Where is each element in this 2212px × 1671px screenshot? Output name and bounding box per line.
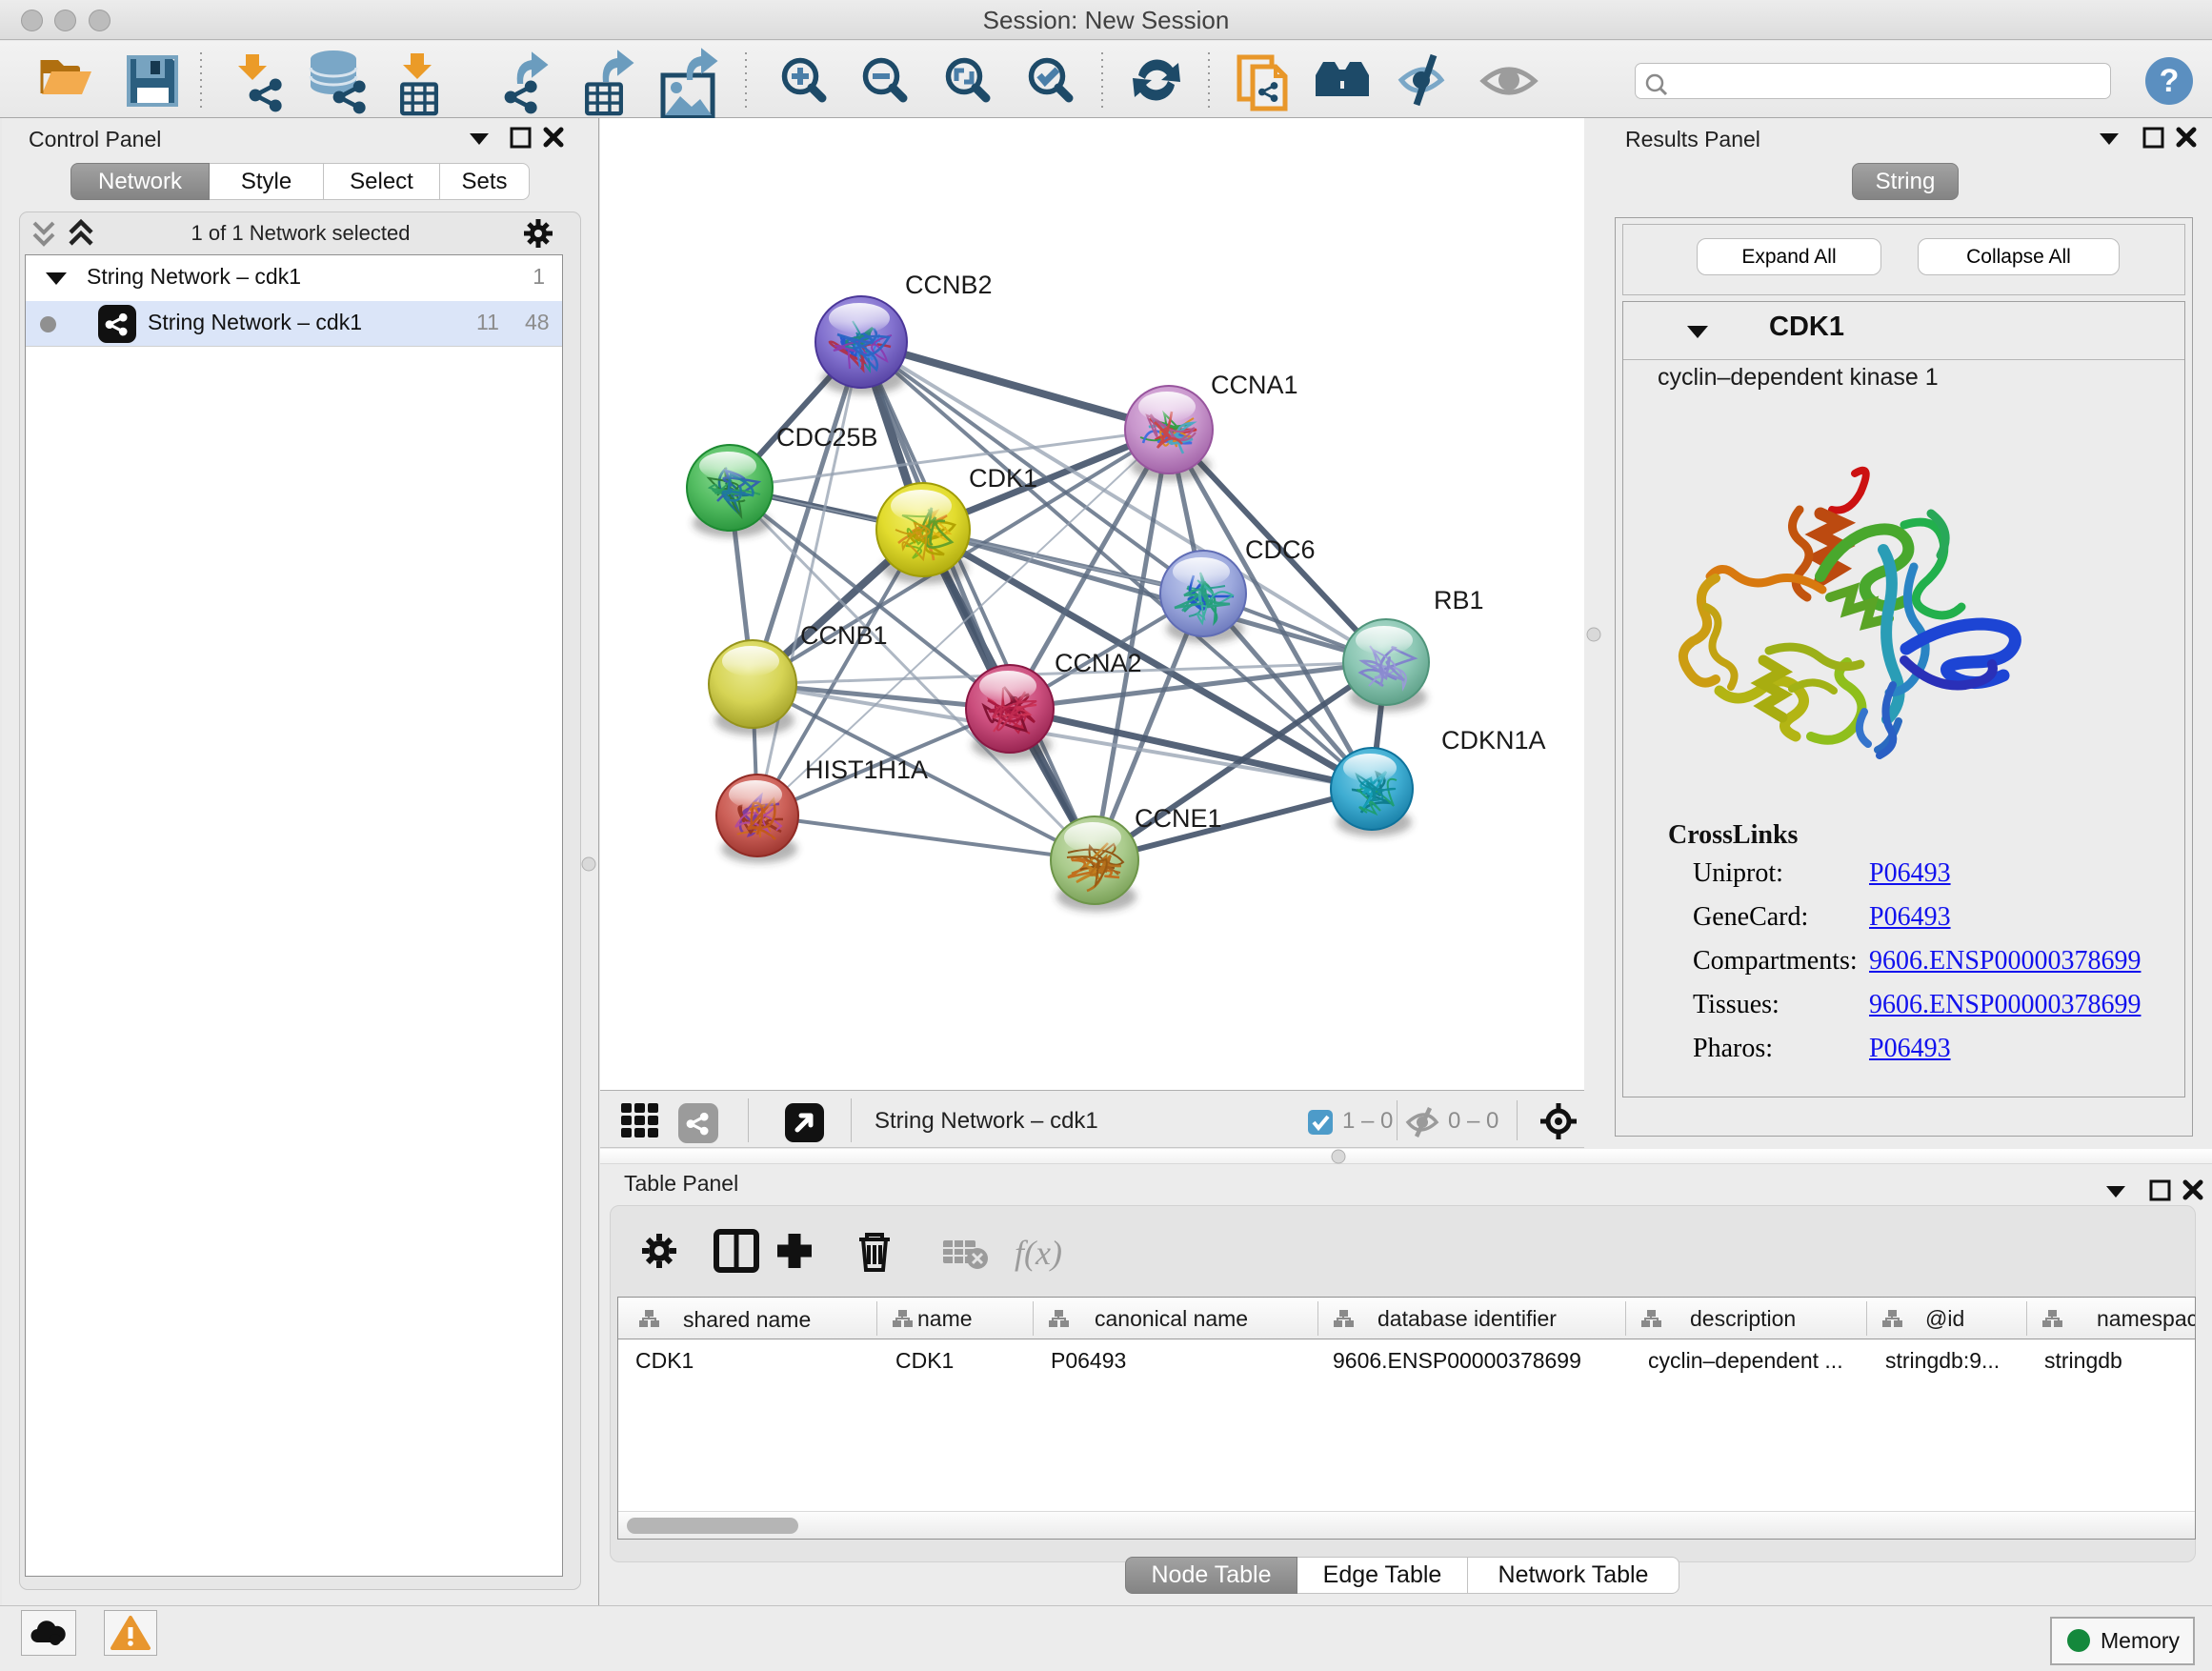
svg-text:CDC6: CDC6 <box>1245 535 1316 564</box>
svg-text:CDC25B: CDC25B <box>776 423 878 452</box>
svg-text:f(x): f(x) <box>1015 1234 1062 1272</box>
svg-text:shared name: shared name <box>683 1307 811 1332</box>
svg-text:name: name <box>917 1306 973 1331</box>
svg-text:HIST1H1A: HIST1H1A <box>805 755 928 784</box>
svg-text:CCNA1: CCNA1 <box>1211 371 1298 399</box>
svg-text:canonical name: canonical name <box>1095 1306 1248 1331</box>
svg-text:CCNB2: CCNB2 <box>905 271 993 299</box>
svg-text:CDKN1A: CDKN1A <box>1441 726 1546 755</box>
svg-text:database identifier: database identifier <box>1377 1306 1557 1331</box>
svg-text:CCNB1: CCNB1 <box>800 621 888 650</box>
svg-text:@id: @id <box>1925 1306 1964 1331</box>
svg-text:CCNA2: CCNA2 <box>1055 649 1142 677</box>
svg-text:CCNE1: CCNE1 <box>1135 804 1222 833</box>
svg-text:RB1: RB1 <box>1434 586 1484 614</box>
svg-text:CDK1: CDK1 <box>969 464 1037 493</box>
svg-text:description: description <box>1690 1306 1796 1331</box>
svg-text:namespace: namespace <box>2097 1306 2195 1331</box>
